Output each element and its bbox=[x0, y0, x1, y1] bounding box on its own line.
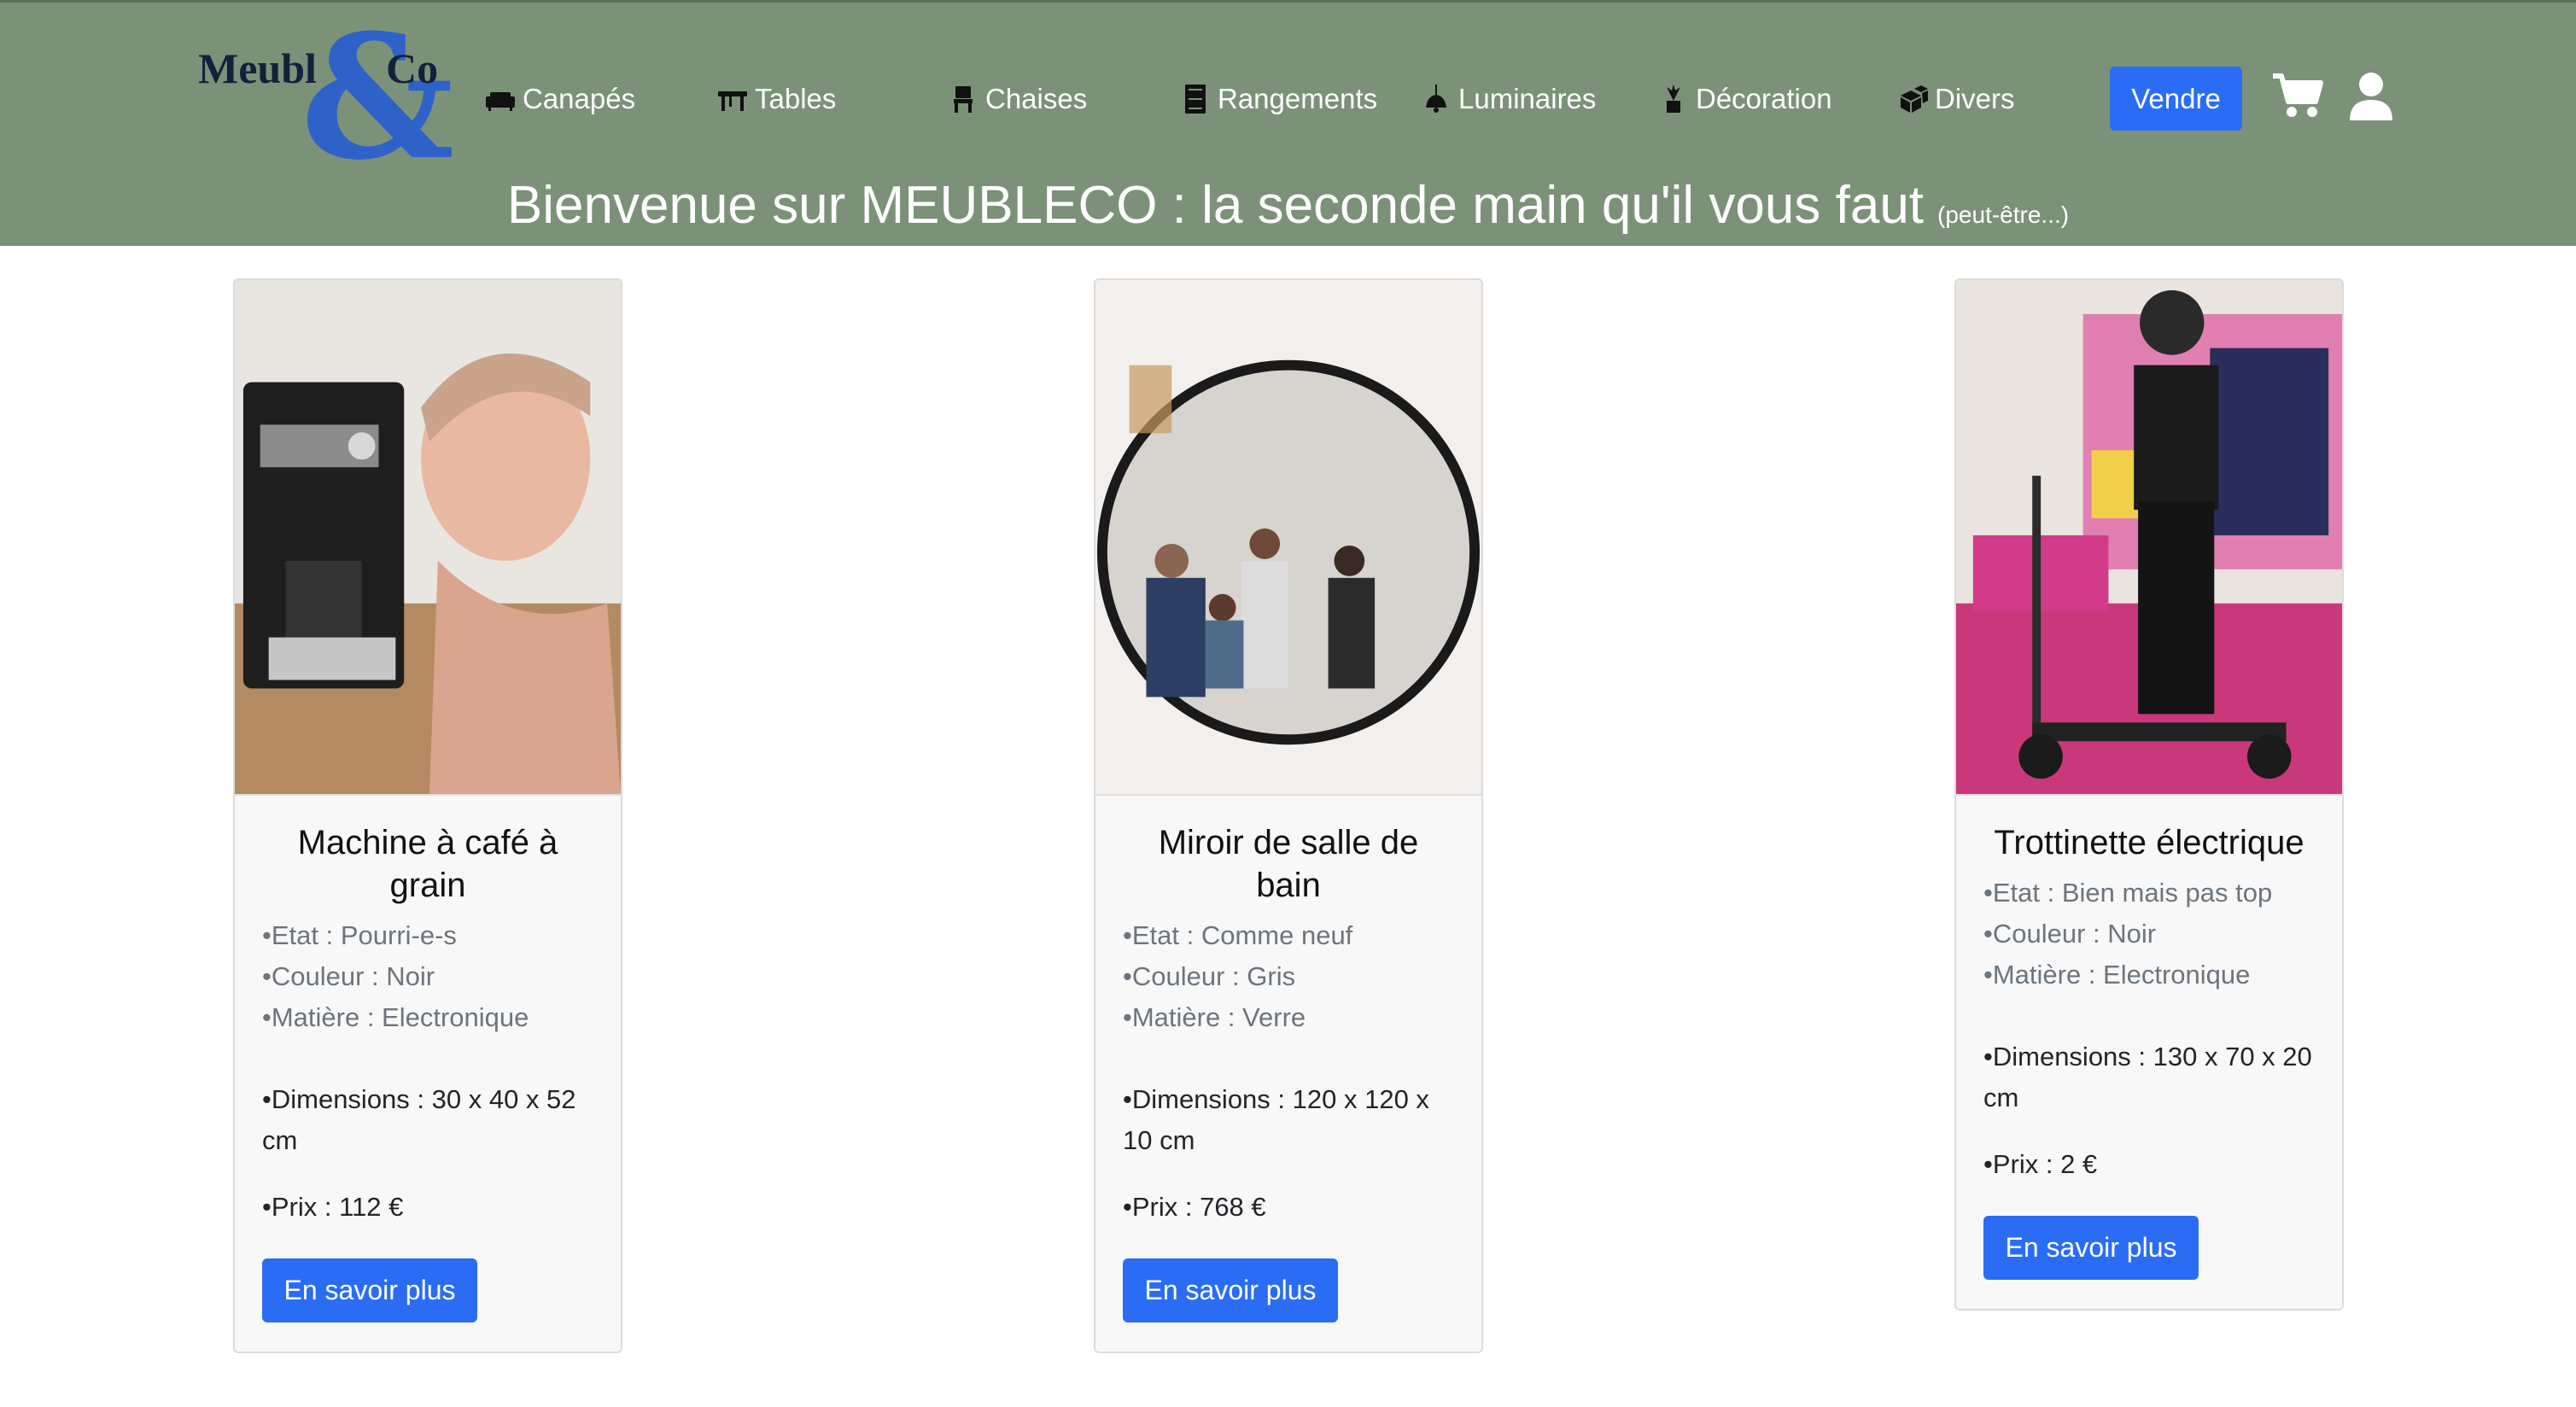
sofa-icon bbox=[486, 92, 515, 111]
nav-item-chaises[interactable]: Chaises bbox=[946, 78, 1087, 120]
nav-item-rangements[interactable]: Rangements bbox=[1178, 78, 1377, 120]
product-title: Machine à café à grain bbox=[297, 824, 558, 904]
storage-icon bbox=[1185, 85, 1206, 114]
learn-more-button[interactable]: En savoir plus bbox=[1123, 1258, 1338, 1322]
sell-button[interactable]: Vendre bbox=[2110, 67, 2242, 131]
logo-word-right: Co bbox=[386, 44, 439, 92]
product-card: Miroir de salle de bain •Etat : Comme ne… bbox=[1094, 278, 1483, 1353]
boxes-icon bbox=[1901, 85, 1928, 113]
nav-item-decoration[interactable]: Décoration bbox=[1656, 78, 1832, 120]
product-color: •Couleur : Gris bbox=[1123, 961, 1296, 991]
product-dimensions: •Dimensions : 30 x 40 x 52 cm bbox=[262, 1084, 576, 1155]
product-photo-coffee-machine[interactable] bbox=[235, 280, 621, 796]
nav-item-tables[interactable]: Tables bbox=[716, 78, 836, 120]
product-price: •Prix : 768 € bbox=[1123, 1192, 1266, 1222]
product-material: •Matière : Electronique bbox=[1983, 960, 2251, 990]
product-condition: •Etat : Pourri-e-s bbox=[262, 920, 457, 950]
lamp-icon bbox=[1426, 85, 1446, 113]
nav-label: Canapés bbox=[523, 83, 636, 114]
site-header: & Meubl Co Canapés Tables Chaises Rangem… bbox=[0, 0, 2576, 246]
user-icon[interactable] bbox=[2348, 71, 2394, 120]
learn-more-button[interactable]: En savoir plus bbox=[262, 1258, 477, 1322]
product-color: •Couleur : Noir bbox=[262, 961, 435, 991]
product-condition: •Etat : Comme neuf bbox=[1123, 920, 1353, 950]
nav-label: Chaises bbox=[985, 83, 1088, 114]
site-logo[interactable]: & Meubl Co bbox=[198, 13, 455, 184]
nav-label: Divers bbox=[1935, 83, 2015, 114]
product-title: Miroir de salle de bain bbox=[1158, 824, 1419, 904]
welcome-tagline: Bienvenue sur MEUBLECO : la seconde main… bbox=[0, 175, 2576, 243]
product-dimensions: •Dimensions : 120 x 120 x 10 cm bbox=[1123, 1084, 1429, 1155]
learn-more-button[interactable]: En savoir plus bbox=[1983, 1216, 2199, 1280]
product-condition: •Etat : Bien mais pas top bbox=[1983, 878, 2273, 908]
nav-label: Tables bbox=[755, 83, 837, 114]
nav-label: Rangements bbox=[1218, 83, 1378, 114]
product-card: Machine à café à grain •Etat : Pourri-e-… bbox=[233, 278, 622, 1353]
product-price: •Prix : 112 € bbox=[262, 1192, 404, 1222]
product-dimensions: •Dimensions : 130 x 70 x 20 cm bbox=[1983, 1042, 2312, 1112]
nav-label: Luminaires bbox=[1458, 83, 1597, 114]
tagline-main: Bienvenue sur MEUBLECO : la seconde main… bbox=[506, 176, 1925, 235]
plant-icon bbox=[1667, 85, 1680, 113]
product-material: •Matière : Verre bbox=[1123, 1002, 1306, 1032]
product-color: •Couleur : Noir bbox=[1983, 919, 2157, 949]
nav-item-divers[interactable]: Divers bbox=[1895, 78, 2015, 120]
table-icon bbox=[718, 91, 747, 111]
product-photo-scooter[interactable] bbox=[1956, 280, 2342, 796]
nav-item-canapes[interactable]: Canapés bbox=[483, 78, 635, 120]
product-price: •Prix : 2 € bbox=[1983, 1149, 2098, 1179]
cart-icon[interactable] bbox=[2271, 71, 2324, 120]
product-title: Trottinette électrique bbox=[1994, 824, 2304, 861]
product-card: Trottinette électrique •Etat : Bien mais… bbox=[1954, 278, 2344, 1311]
product-material: •Matière : Electronique bbox=[262, 1002, 529, 1032]
logo-word-left: Meubl bbox=[198, 44, 317, 92]
chair-icon bbox=[954, 86, 973, 113]
nav-label: Décoration bbox=[1696, 83, 1832, 114]
logo-ampersand: & bbox=[301, 0, 455, 198]
product-photo-mirror[interactable] bbox=[1095, 280, 1481, 796]
nav-item-luminaires[interactable]: Luminaires bbox=[1419, 78, 1596, 120]
tagline-aside: (peut-être...) bbox=[1937, 201, 2070, 228]
